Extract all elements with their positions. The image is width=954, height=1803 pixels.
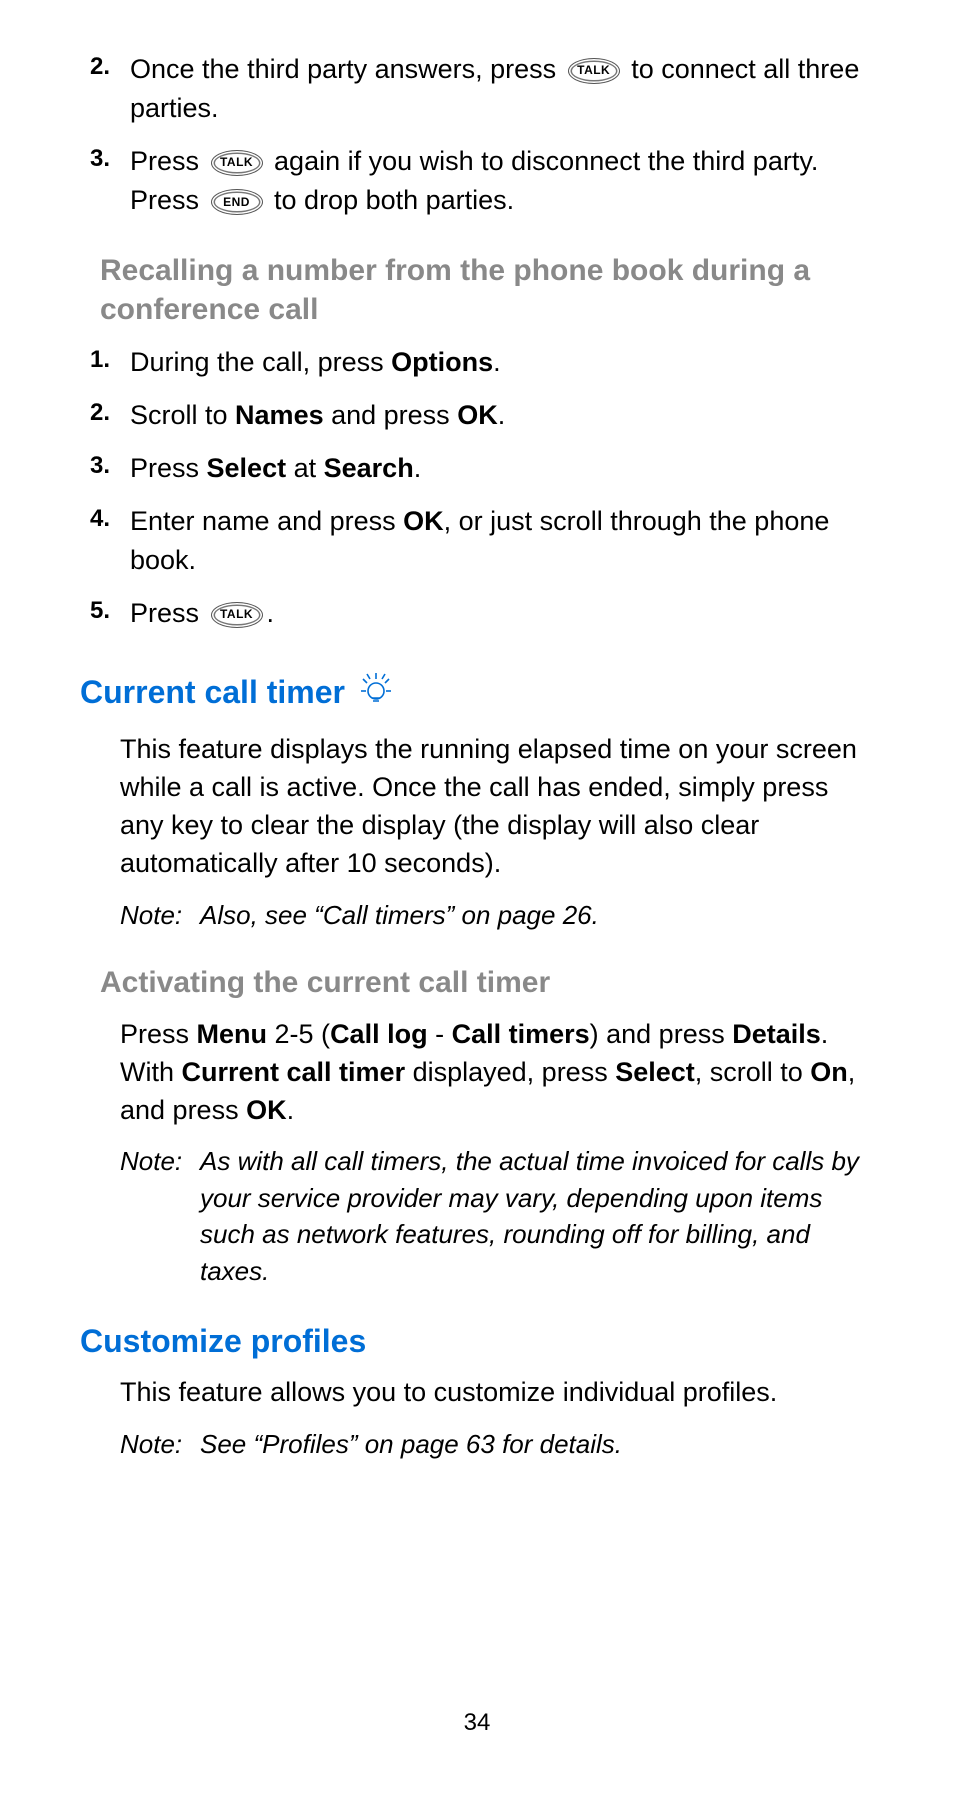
step-3: 3. Press TALK again if you wish to disco…	[80, 142, 874, 220]
step-number: 2.	[80, 50, 130, 128]
activating-body: Press Menu 2-5 (Call log - Call timers) …	[120, 1016, 874, 1129]
heading-text: Current call timer	[80, 674, 345, 711]
step-body: Once the third party answers, press TALK…	[130, 50, 874, 128]
step-2: 2. Once the third party answers, press T…	[80, 50, 874, 128]
recalling-steps: 1. During the call, press Options. 2. Sc…	[80, 343, 874, 634]
recall-step-3: 3. Press Select at Search.	[80, 449, 874, 488]
talk-key-icon: TALK	[568, 58, 620, 84]
step-number: 2.	[80, 396, 130, 435]
conference-steps-continued: 2. Once the third party answers, press T…	[80, 50, 874, 221]
page-content: 2. Once the third party answers, press T…	[80, 50, 874, 1462]
lightbulb-icon	[355, 667, 397, 717]
recall-step-4: 4. Enter name and press OK, or just scro…	[80, 502, 874, 580]
recall-step-2: 2. Scroll to Names and press OK.	[80, 396, 874, 435]
talk-key-icon: TALK	[211, 150, 263, 176]
note-text: As with all call timers, the actual time…	[200, 1143, 874, 1289]
note-text: See “Profiles” on page 63 for details.	[200, 1426, 874, 1462]
note-text: Also, see “Call timers” on page 26.	[200, 897, 874, 933]
profiles-note: Note: See “Profiles” on page 63 for deta…	[120, 1426, 874, 1462]
note-label: Note:	[120, 1426, 200, 1462]
timer-body: This feature displays the running elapse…	[120, 731, 874, 882]
recall-step-5: 5. Press TALK.	[80, 594, 874, 633]
profiles-body: This feature allows you to customize ind…	[120, 1374, 874, 1412]
step-number: 4.	[80, 502, 130, 580]
step-number: 1.	[80, 343, 130, 382]
heading-text: Customize profiles	[80, 1323, 366, 1360]
customize-profiles-heading: Customize profiles	[80, 1323, 874, 1360]
note-label: Note:	[120, 897, 200, 933]
step-body: Press TALK.	[130, 594, 874, 633]
step-body: During the call, press Options.	[130, 343, 874, 382]
step-body: Press Select at Search.	[130, 449, 874, 488]
step-body: Enter name and press OK, or just scroll …	[130, 502, 874, 580]
step-body: Press TALK again if you wish to disconne…	[130, 142, 874, 220]
timer-note: Note: Also, see “Call timers” on page 26…	[120, 897, 874, 933]
recall-step-1: 1. During the call, press Options.	[80, 343, 874, 382]
talk-key-icon: TALK	[211, 602, 263, 628]
step-number: 3.	[80, 449, 130, 488]
note-label: Note:	[120, 1143, 200, 1289]
activating-subhead: Activating the current call timer	[100, 963, 874, 1002]
page-number: 34	[0, 1709, 954, 1737]
recalling-subhead: Recalling a number from the phone book d…	[100, 251, 874, 329]
end-key-icon: END	[211, 189, 263, 215]
step-number: 5.	[80, 594, 130, 633]
current-call-timer-heading: Current call timer	[80, 667, 874, 717]
step-number: 3.	[80, 142, 130, 220]
step-body: Scroll to Names and press OK.	[130, 396, 874, 435]
timer-note-2: Note: As with all call timers, the actua…	[120, 1143, 874, 1289]
